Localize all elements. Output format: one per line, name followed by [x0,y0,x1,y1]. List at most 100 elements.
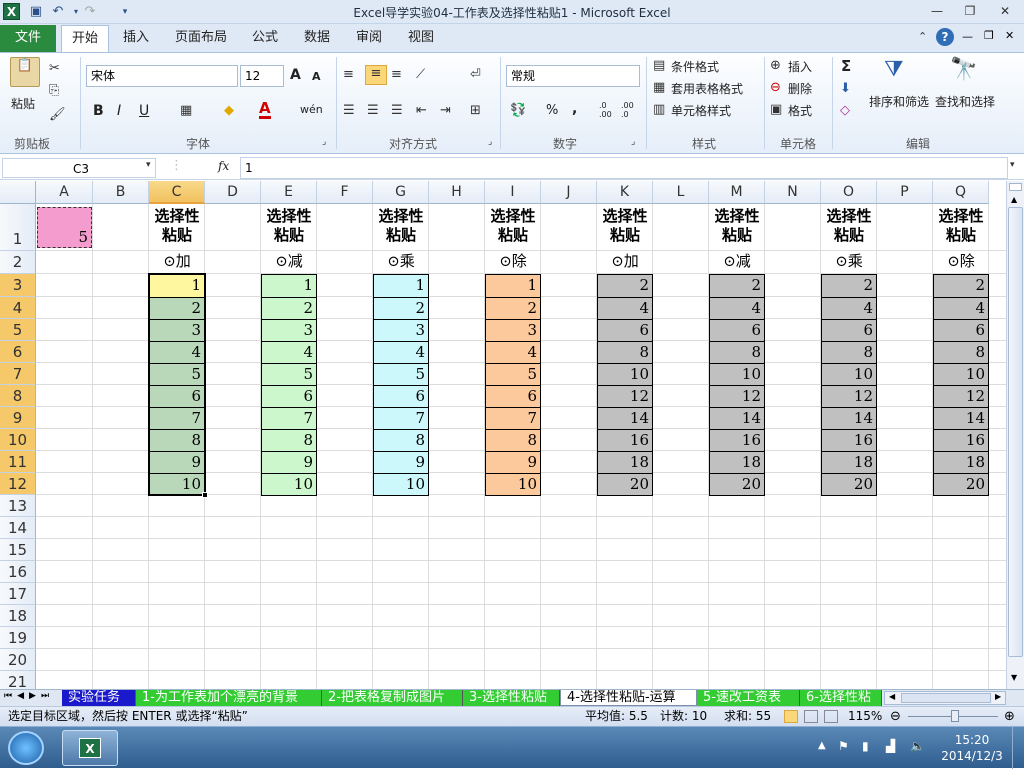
clear-icon[interactable]: ◇ [840,103,850,118]
data-cell[interactable]: 20 [709,473,765,496]
select-all-corner[interactable] [0,181,36,204]
data-cell[interactable]: 10 [373,473,429,496]
row-header[interactable]: 19 [0,627,36,649]
data-cell[interactable]: 8 [261,429,317,452]
scroll-down-icon[interactable]: ▼ [1011,673,1017,682]
sort-filter-icon[interactable]: ⧩ [884,57,904,82]
data-cell[interactable]: 16 [821,429,877,452]
grow-font-button[interactable]: A [290,67,301,83]
format-cells-icon[interactable]: ▣ [770,102,782,117]
data-cell[interactable]: 14 [709,407,765,430]
data-cell[interactable]: 3 [149,319,205,342]
normal-view-icon[interactable] [784,710,798,723]
data-cell[interactable]: 9 [261,451,317,474]
volume-icon[interactable]: 🔈 [910,739,925,753]
italic-button[interactable]: I [117,103,121,119]
tab-view[interactable]: 视图 [400,25,442,52]
row-header[interactable]: 4 [0,297,36,319]
page-break-view-icon[interactable] [824,710,838,723]
data-cell[interactable]: 10 [821,363,877,386]
zoom-in-icon[interactable]: ⊕ [1004,707,1015,726]
column-header[interactable]: O [821,181,877,204]
column-header[interactable]: N [765,181,821,204]
row-header[interactable]: 7 [0,363,36,385]
row-header[interactable]: 5 [0,319,36,341]
fill-icon[interactable]: ⬇ [840,81,851,96]
insert-cells-icon[interactable]: ⊕ [770,58,781,73]
data-cell[interactable]: 14 [933,407,989,430]
align-center-icon[interactable]: ☰ [367,103,379,118]
insert-cells-button[interactable]: 插入 [788,58,812,75]
data-cell[interactable]: 18 [597,451,653,474]
worksheet-grid[interactable]: A B C D E F G H I J K L M N O P Q 1 2 3 4 5 6 7 8 9 10 11 12 13 14 15 16… [0,181,1006,689]
sheet-tab[interactable]: 5-速改工资表 [697,690,800,706]
data-cell[interactable]: 4 [933,297,989,320]
data-cell[interactable]: 5 [485,363,541,386]
data-cell[interactable]: 4 [149,341,205,364]
table-format-button[interactable]: 套用表格格式 [671,80,743,97]
data-cell[interactable]: 14 [821,407,877,430]
row-header[interactable]: 18 [0,605,36,627]
row-header[interactable]: 13 [0,495,36,517]
data-cell[interactable]: 14 [597,407,653,430]
column-header[interactable]: D [205,181,261,204]
data-cell[interactable]: 6 [821,319,877,342]
column-header[interactable]: J [541,181,597,204]
decrease-indent-icon[interactable]: ⇤ [416,103,427,118]
data-cell[interactable]: 18 [933,451,989,474]
fill-color-icon[interactable]: ◆ [224,103,234,118]
column-header[interactable]: H [429,181,485,204]
data-cell[interactable]: 8 [709,341,765,364]
data-cell[interactable]: 2 [933,274,989,298]
doc-minimize-icon[interactable]: — [962,30,973,43]
row-header[interactable]: 8 [0,385,36,407]
phonetic-button[interactable]: wén [300,103,323,116]
start-button-icon[interactable] [8,731,44,765]
shrink-font-button[interactable]: A [312,70,321,83]
data-cell[interactable]: 1 [149,274,205,298]
tab-data[interactable]: 数据 [296,25,338,52]
formula-input[interactable]: 1 [240,157,1008,179]
row-header[interactable]: 21 [0,671,36,689]
paste-button[interactable]: 粘贴 [11,95,35,112]
data-cell[interactable]: 7 [149,407,205,430]
sheet-tab[interactable]: 3-选择性粘贴 [463,690,560,706]
vertical-scroll-thumb[interactable] [1008,207,1023,657]
currency-icon[interactable]: 💱 [510,103,526,118]
column-header[interactable]: B [93,181,149,204]
data-cell[interactable]: 4 [485,341,541,364]
find-select-icon[interactable]: 🔭 [950,57,977,82]
sort-filter-button[interactable]: 排序和筛选 [869,93,929,110]
data-cell[interactable]: 1 [373,274,429,298]
sheet-nav-icons[interactable]: ⏮◀▶⏭ [4,691,54,701]
align-top-icon[interactable]: ≡ [343,67,354,82]
paste-icon[interactable]: 📋 [10,57,40,87]
data-cell[interactable]: 8 [933,341,989,364]
cell-styles-icon[interactable]: ▥ [653,102,665,117]
scroll-left-icon[interactable]: ◀ [889,692,895,701]
delete-cells-button[interactable]: 删除 [788,80,812,97]
data-cell[interactable]: 9 [149,451,205,474]
data-cell[interactable]: 4 [373,341,429,364]
scroll-right-icon[interactable]: ▶ [995,692,1001,701]
clock-date[interactable]: 2014/12/3 [938,749,1006,763]
data-cell[interactable]: 12 [821,385,877,408]
data-cell[interactable]: 6 [709,319,765,342]
data-cell[interactable]: 12 [933,385,989,408]
horizontal-scroll-thumb[interactable] [901,693,991,703]
row-header[interactable]: 2 [0,251,36,274]
data-cell[interactable]: 10 [933,363,989,386]
data-cell[interactable]: 2 [373,297,429,320]
cut-icon[interactable]: ✂ [49,61,60,76]
data-cell[interactable]: 2 [821,274,877,298]
sheet-tab[interactable]: 6-选择性粘 [800,690,882,706]
table-format-icon[interactable]: ▦ [653,80,665,95]
tab-file[interactable]: 文件 [0,25,56,52]
comma-button[interactable]: , [572,101,577,117]
font-size-select[interactable]: 12 [240,65,284,87]
data-cell[interactable]: 16 [597,429,653,452]
data-cell[interactable]: 2 [149,297,205,320]
data-cell[interactable]: 12 [597,385,653,408]
taskbar-excel-button[interactable]: X [62,730,118,766]
percent-button[interactable]: % [546,103,558,118]
